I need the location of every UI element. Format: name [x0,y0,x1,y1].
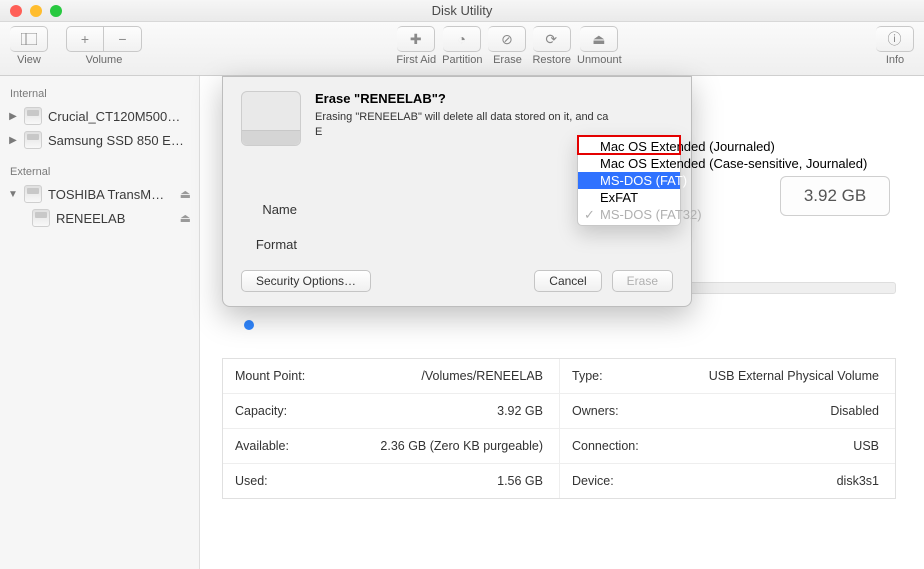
firstaid-label: First Aid [396,54,436,66]
info-key: Type: [560,359,660,393]
info-val: /Volumes/RENEELAB [323,359,559,393]
sidebar-item-label: Samsung SSD 850 E… [48,133,191,148]
partition-label: Partition [442,54,482,66]
sidebar-item-label: Crucial_CT120M500… [48,109,191,124]
toolbar: View + − Volume ✚ First Aid ◔ Partition ⊘ E… [0,22,924,76]
sheet-desc-line2: E [315,125,608,140]
info-val: USB External Physical Volume [660,359,895,393]
info-val: 3.92 GB [323,394,559,428]
info-table: Mount Point:/Volumes/RENEELAB Type:USB E… [222,358,896,499]
info-label: Info [886,54,904,66]
disk-icon [24,107,42,125]
view-label: View [17,54,41,66]
format-option-journaled[interactable]: Mac OS Extended (Journaled) [578,138,680,155]
sidebar-item-label: RENEELAB [56,211,174,226]
sidebar-icon [21,33,37,45]
check-icon: ✓ [584,207,595,223]
capacity-value: 3.92 GB [804,186,866,206]
disk-icon [24,131,42,149]
info-key: Owners: [560,394,660,428]
info-val: 1.56 GB [323,464,559,498]
erase-icon: ⊘ [501,31,513,48]
format-option-exfat[interactable]: ExFAT [578,189,680,206]
erase-confirm-button[interactable]: Erase [612,270,673,292]
info-icon: ⓘ [888,29,902,49]
security-options-button[interactable]: Security Options… [241,270,371,292]
unmount-label: Unmount [577,54,622,66]
info-val: 2.36 GB (Zero KB purgeable) [323,429,559,463]
disclosure-icon[interactable]: ▼ [8,189,18,200]
window-title: Disk Utility [0,3,924,18]
format-dropdown[interactable]: Mac OS Extended (Journaled) Mac OS Exten… [577,135,681,226]
restore-icon: ⟳ [545,31,557,48]
sidebar-item-crucial[interactable]: ▶ Crucial_CT120M500… [0,104,199,128]
info-val: disk3s1 [660,464,895,498]
disclosure-icon[interactable]: ▶ [8,111,18,122]
format-option-msdos-fat[interactable]: MS-DOS (FAT) [578,172,680,189]
eject-icon[interactable]: ⏏ [180,187,191,201]
firstaid-icon: ✚ [410,31,422,48]
partition-button[interactable]: ◔ [443,26,481,52]
format-option-label: MS-DOS (FAT32) [600,207,702,222]
name-label: Name [241,202,297,217]
restore-label: Restore [532,54,571,66]
info-key: Mount Point: [223,359,323,393]
erase-label: Erase [493,54,522,66]
info-key: Used: [223,464,323,498]
eject-icon: ⏏ [592,31,605,48]
disk-icon [32,209,50,227]
sheet-disk-icon [241,91,301,146]
legend-dot [244,320,254,330]
view-button[interactable] [10,26,48,52]
capacity-box: 3.92 GB [780,176,890,216]
sidebar-item-label: TOSHIBA TransM… [48,187,174,202]
info-button[interactable]: ⓘ [876,26,914,52]
volume-remove-button[interactable]: − [104,26,142,52]
info-key: Capacity: [223,394,323,428]
sheet-title: Erase "RENEELAB"? [315,91,608,106]
sidebar-item-samsung[interactable]: ▶ Samsung SSD 850 E… [0,128,199,152]
sheet-desc: Erasing "RENEELAB" will delete all data … [315,110,608,125]
erase-sheet: Erase "RENEELAB"? Erasing "RENEELAB" wil… [222,76,692,307]
cancel-button[interactable]: Cancel [534,270,601,292]
sidebar-item-toshiba[interactable]: ▼ TOSHIBA TransM… ⏏ [0,182,199,206]
format-label: Format [241,237,297,252]
sidebar-heading-external: External [0,162,199,182]
unmount-button[interactable]: ⏏ [580,26,618,52]
eject-icon[interactable]: ⏏ [180,211,191,225]
info-key: Connection: [560,429,660,463]
firstaid-button[interactable]: ✚ [397,26,435,52]
sidebar-item-reneelab[interactable]: RENEELAB ⏏ [0,206,199,230]
info-key: Device: [560,464,660,498]
format-option-fat32[interactable]: ✓MS-DOS (FAT32) [578,206,680,223]
format-option-case-sensitive[interactable]: Mac OS Extended (Case-sensitive, Journal… [578,155,680,172]
partition-icon: ◔ [458,31,466,47]
restore-button[interactable]: ⟳ [533,26,571,52]
info-val: Disabled [660,394,895,428]
erase-button[interactable]: ⊘ [488,26,526,52]
sidebar-heading-internal: Internal [0,84,199,104]
disk-icon [24,185,42,203]
info-key: Available: [223,429,323,463]
sidebar: Internal ▶ Crucial_CT120M500… ▶ Samsung … [0,76,200,569]
titlebar: Disk Utility [0,0,924,22]
volume-add-button[interactable]: + [66,26,104,52]
info-val: USB [660,429,895,463]
volume-label: Volume [86,54,123,66]
disclosure-icon[interactable]: ▶ [8,135,18,146]
